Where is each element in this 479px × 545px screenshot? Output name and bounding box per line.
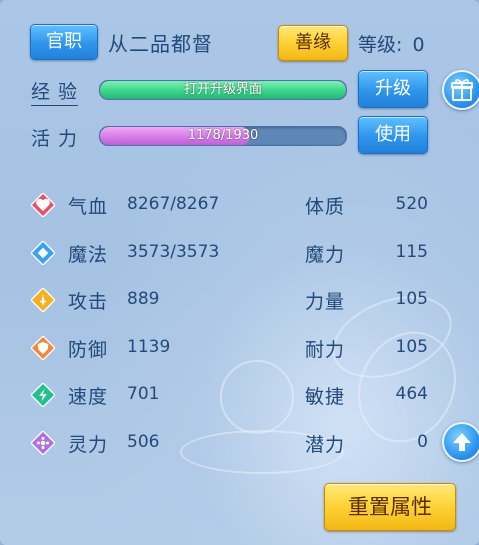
attribute-value: 464 — [395, 384, 428, 404]
spirit-icon — [30, 429, 56, 456]
stat-label: 气血 — [68, 196, 109, 218]
attribute-label: 魔力 — [305, 243, 346, 266]
add-potential-button[interactable] — [442, 422, 479, 462]
shield-icon — [30, 334, 56, 361]
attribute-label: 耐力 — [305, 338, 346, 361]
reset-attributes-button[interactable]: 重置属性 — [324, 483, 456, 531]
attribute-label: 潜力 — [305, 433, 346, 456]
heart-icon — [30, 192, 56, 218]
sword-icon — [30, 287, 56, 313]
stat-value: 506 — [127, 431, 160, 452]
experience-bar-text: 打开升级界面 — [183, 82, 262, 97]
stat-value: 701 — [127, 384, 160, 404]
upgrade-button[interactable]: 升级 — [358, 70, 428, 108]
karma-button[interactable]: 善缘 — [278, 25, 348, 61]
stat-label: 攻击 — [68, 291, 109, 313]
stat-label: 灵力 — [68, 433, 109, 456]
attribute-value: 115 — [395, 241, 428, 262]
rank-button[interactable]: 官职 — [30, 24, 98, 60]
stat-value: 8267/8267 — [127, 194, 220, 214]
attribute-label: 体质 — [305, 196, 346, 218]
vitality-label: 活 力 — [31, 128, 79, 150]
attribute-value: 105 — [395, 289, 428, 309]
decorative-flower — [220, 360, 294, 434]
attributes-panel: 官职 从二品都督 善缘 等级: 0 经 验 打开升级界面 升级 活 力 1178… — [0, 0, 479, 545]
stat-label: 速度 — [68, 386, 109, 408]
level-label: 等级: 0 — [358, 30, 425, 57]
attribute-label: 力量 — [305, 291, 346, 313]
gift-button[interactable] — [442, 70, 479, 110]
level-value: 0 — [412, 34, 425, 56]
diamond-icon — [30, 239, 56, 266]
arrow-up-icon — [453, 433, 471, 451]
stat-label: 防御 — [68, 338, 109, 361]
vitality-bar-text: 1178/1930 — [187, 128, 259, 143]
stat-value: 1139 — [127, 336, 171, 357]
attribute-value: 0 — [417, 431, 428, 452]
use-button[interactable]: 使用 — [358, 116, 428, 154]
attribute-label: 敏捷 — [305, 386, 346, 408]
stat-label: 魔法 — [68, 243, 109, 266]
stat-value: 3573/3573 — [127, 241, 220, 262]
lightning-icon — [30, 382, 56, 408]
experience-bar[interactable]: 打开升级界面 — [99, 80, 347, 100]
attribute-value: 105 — [395, 336, 428, 357]
rank-title: 从二品都督 — [108, 32, 213, 56]
gift-icon — [451, 79, 473, 101]
stat-value: 889 — [127, 289, 160, 309]
level-label-text: 等级 — [358, 34, 397, 56]
experience-label: 经 验 — [31, 77, 79, 106]
vitality-bar: 1178/1930 — [99, 126, 347, 146]
attribute-value: 520 — [395, 194, 428, 214]
level-separator: : — [396, 34, 403, 56]
